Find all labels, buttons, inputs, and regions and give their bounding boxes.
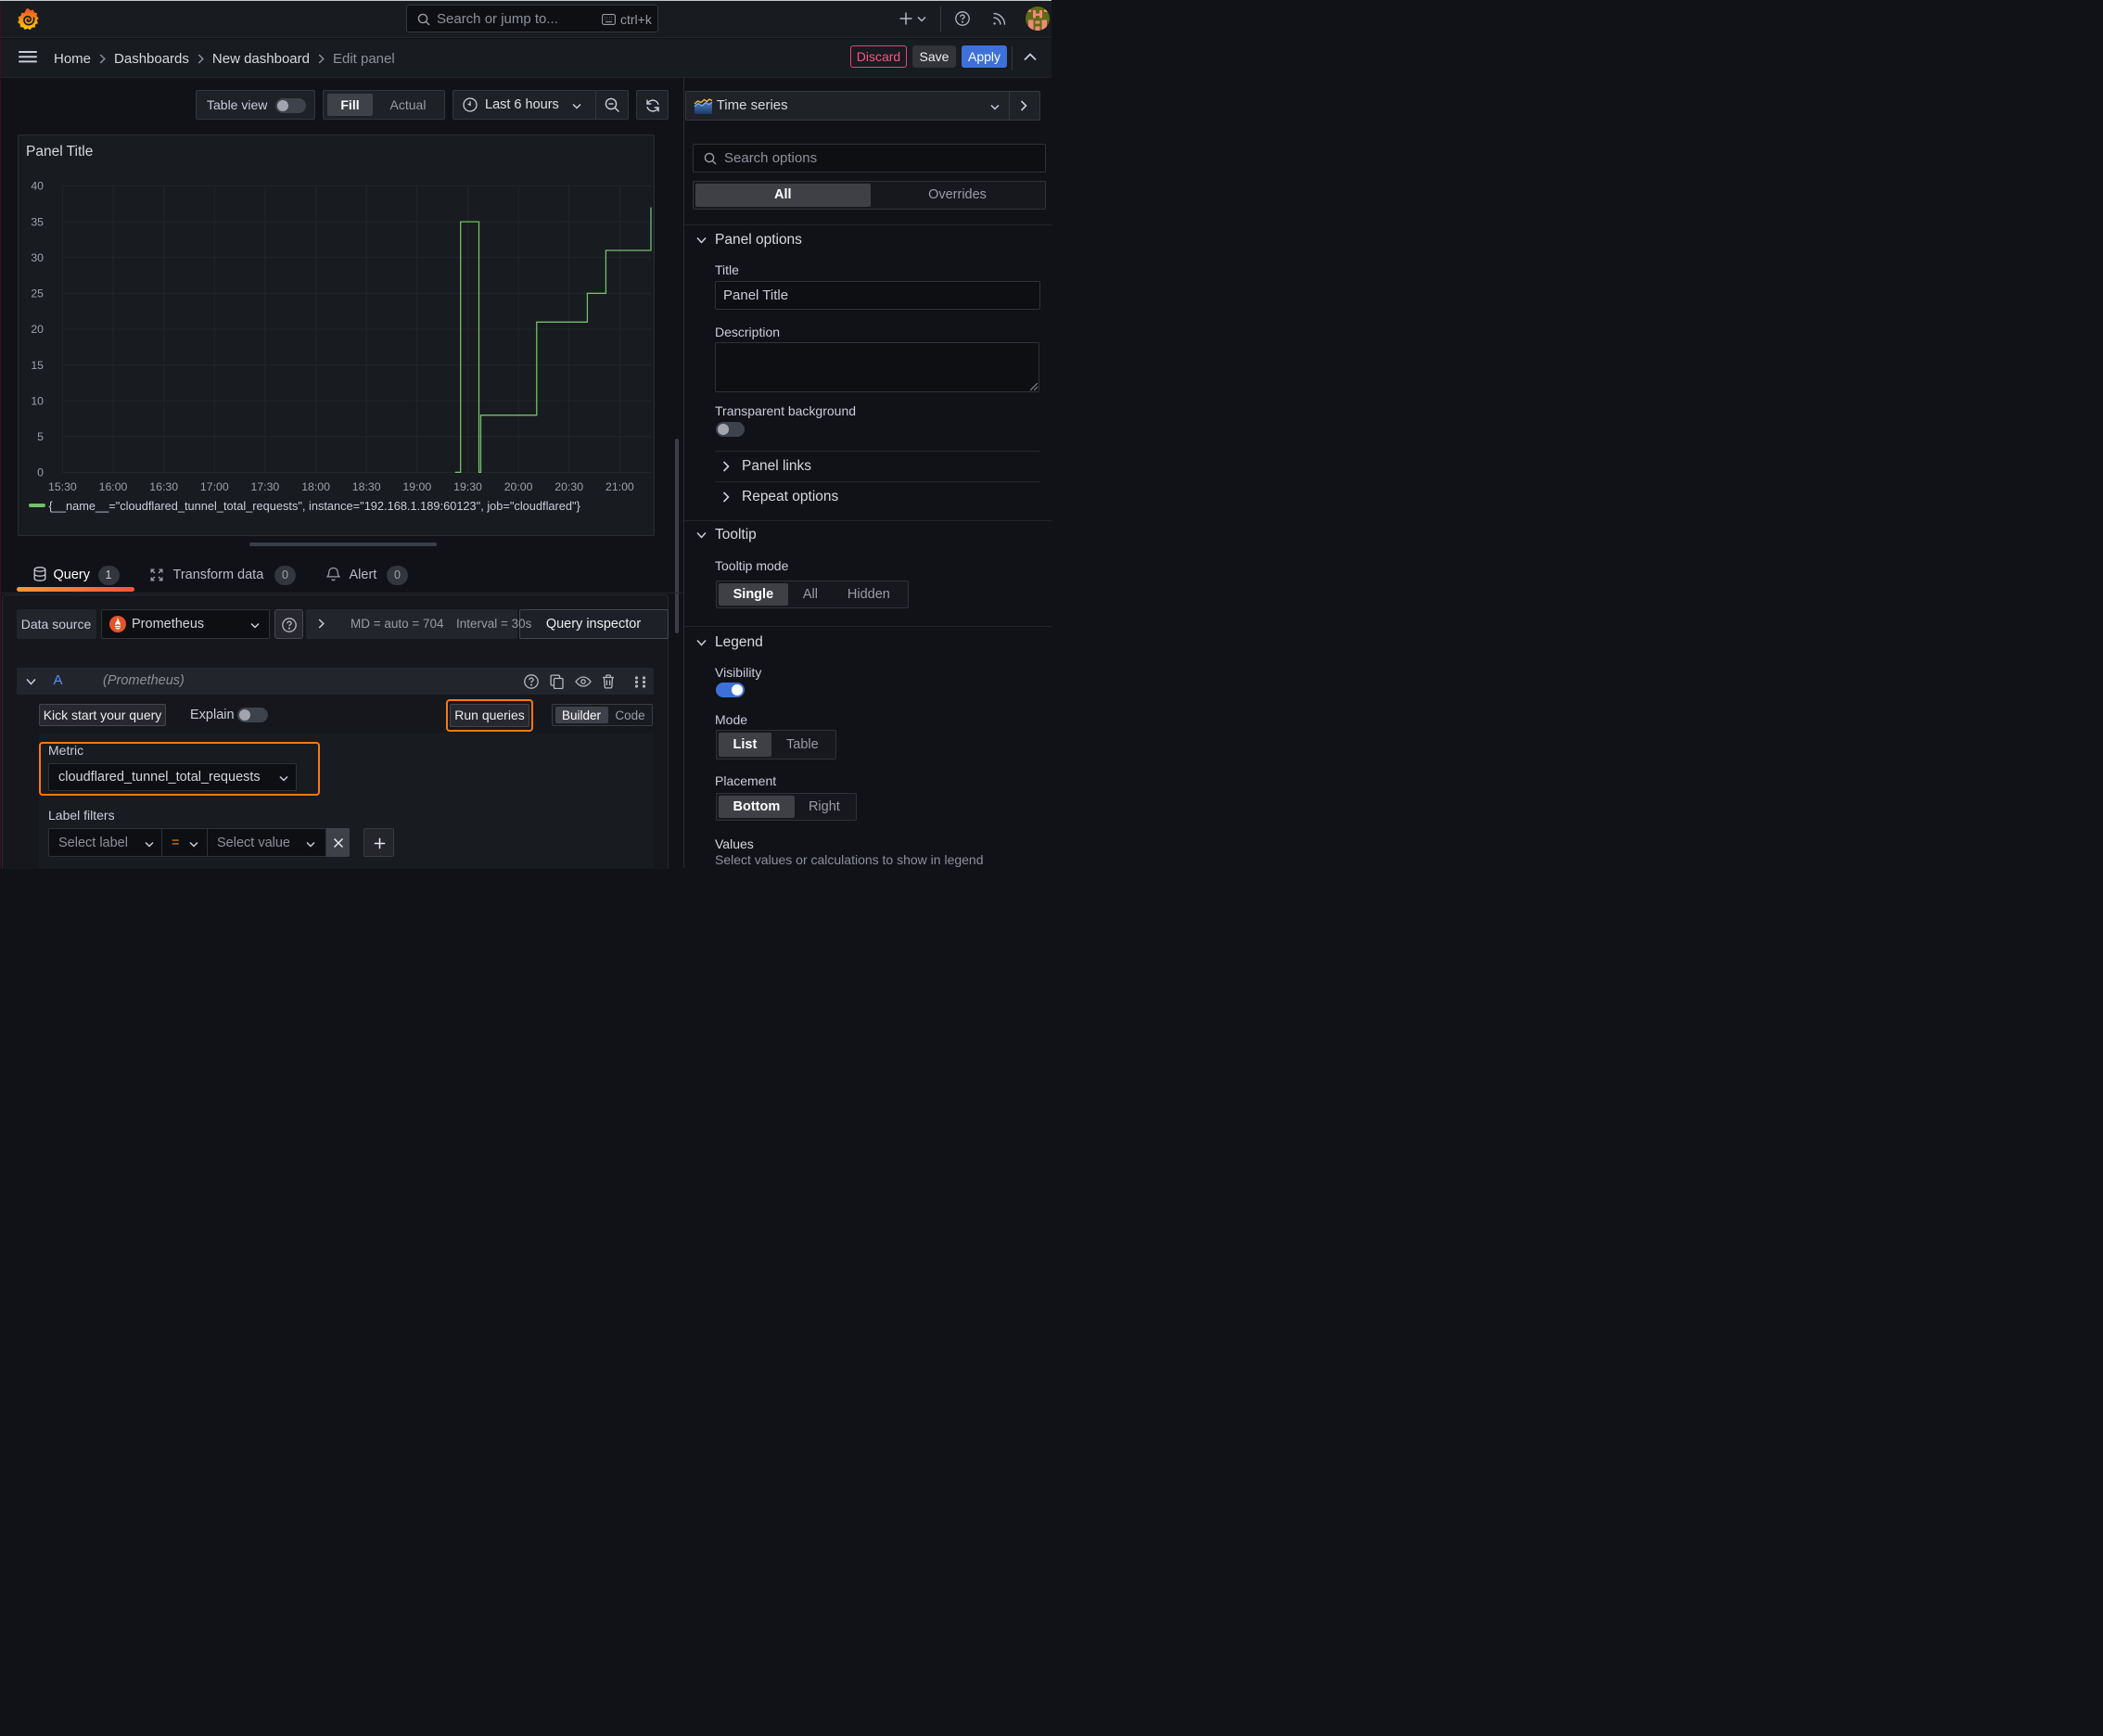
svg-text:5: 5 [37, 430, 44, 443]
svg-text:17:30: 17:30 [251, 480, 280, 493]
svg-text:19:30: 19:30 [453, 480, 482, 493]
svg-text:10: 10 [31, 394, 44, 407]
svg-text:35: 35 [31, 215, 44, 228]
svg-text:20:30: 20:30 [554, 480, 583, 493]
svg-text:20: 20 [31, 323, 44, 336]
svg-text:21:00: 21:00 [605, 480, 634, 493]
svg-text:15:30: 15:30 [48, 480, 77, 493]
svg-text:40: 40 [31, 180, 44, 193]
svg-text:20:00: 20:00 [504, 480, 533, 493]
svg-text:17:00: 17:00 [200, 480, 229, 493]
svg-text:{__name__="cloudflared_tunnel_: {__name__="cloudflared_tunnel_total_requ… [49, 499, 581, 513]
svg-text:15: 15 [31, 359, 44, 372]
svg-text:30: 30 [31, 251, 44, 264]
svg-text:18:00: 18:00 [301, 480, 330, 493]
svg-text:19:00: 19:00 [402, 480, 431, 493]
svg-text:16:30: 16:30 [149, 480, 178, 493]
svg-text:16:00: 16:00 [99, 480, 128, 493]
svg-text:18:30: 18:30 [352, 480, 381, 493]
svg-text:25: 25 [31, 287, 44, 300]
svg-text:0: 0 [37, 466, 44, 479]
